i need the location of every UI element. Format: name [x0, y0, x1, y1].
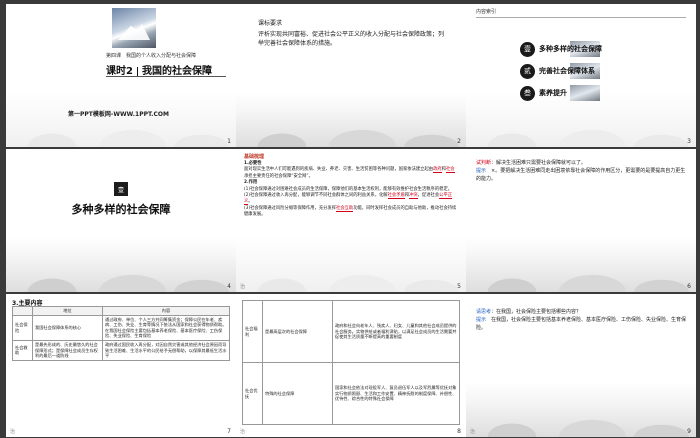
think-question: 请思考：在我国，社会保险主要包括哪些内容？: [476, 309, 582, 315]
site-watermark: 第一PPT模板网-WWW.1PPT.COM: [68, 111, 169, 118]
slide-thumbnail-7[interactable]: 3.主要内容 地位 内容 社会保险 我国社会保障体系的核心 通过政府、单位、个人…: [6, 294, 236, 437]
mountain-backdrop: [6, 237, 236, 292]
toc-heading: 内容索引: [476, 8, 686, 18]
toc-text: 多种多样的社会保障: [539, 45, 602, 53]
mountain-backdrop: [236, 237, 466, 292]
think-body: 请思考：在我国，社会保险主要包括哪些内容？ 提示 在我国，社会保险主要包括基本养…: [476, 308, 688, 332]
table-cell-name: 社会优抚: [242, 362, 263, 425]
table-row: 社会优抚 特殊的社会保障 国家和社会依法对现役军人、复员退伍军人以及军烈属等优抚…: [242, 362, 460, 425]
toc-badge: 壹: [520, 41, 535, 57]
slide-thumbnail-6[interactable]: 试判断：解决生活困难只需要社会保障就可以了。 提示 ×。要把解决生活困难同走出困…: [466, 149, 696, 292]
basics-heading: 基础梳理: [244, 154, 265, 160]
corner-label: 治: [470, 429, 476, 435]
content-table: 地位 内容 社会保险 我国社会保障体系的核心 通过政府、单位、个人三方共同筹集资…: [12, 306, 230, 361]
section-title: 多种多样的社会保障: [71, 203, 171, 216]
toc-thumb-image: [570, 85, 600, 101]
curriculum-heading: 课标要求: [258, 20, 283, 27]
slide-number: 4: [227, 283, 231, 290]
slide-number: 3: [687, 138, 691, 145]
table-cell-name: 社会福利: [242, 300, 263, 363]
toc-badge: 贰: [520, 63, 535, 79]
table-cell-content: 政府通过国民收入再分配，对因自然灾害或其他经济社会原因而导致生活困难、生活水平的…: [102, 339, 230, 361]
basics-body: 1.必要性 面对现实生活中人们可能遇到的疾病、失业、养老、灾害、生活贫困等各种问…: [244, 161, 458, 219]
table-cell-content: 国家和社会依法对现役军人、复员退伍军人以及军烈属等优抚对象实行物质照顾、生活和工…: [332, 362, 460, 425]
toc-text: 完善社会保障体系: [539, 67, 595, 75]
toc-item-3[interactable]: 叁 素养提升: [520, 84, 567, 102]
function-item-3: (3)社会保障通过风险分摊等保障作用，充分发挥社会互助功能，同时发挥社会成员的自…: [244, 205, 457, 218]
snow-mountain-image: [112, 8, 156, 48]
slide-thumbnail-9[interactable]: 请思考：在我国，社会保险主要包括哪些内容？ 提示 在我国，社会保险主要包括基本养…: [466, 294, 696, 437]
content-table-continued: 社会福利 是最高层次的社会保障 政府和社会向老年人、残疾人、妇女、儿童和其他社会…: [242, 300, 460, 425]
toc-item-1[interactable]: 壹 多种多样的社会保障: [520, 40, 602, 58]
mountain-backdrop: [466, 382, 696, 437]
table-cell-status: 是最先形成的、历史最悠久的社会保障形式；是保障社会成员生存权利的最后一道防线: [32, 339, 103, 361]
table-cell-name: 社会保险: [12, 314, 33, 341]
toc-item-2[interactable]: 贰 完善社会保障体系: [520, 62, 595, 80]
table-row: 社会救助 是最先形成的、历史最悠久的社会保障形式；是保障社会成员生存权利的最后一…: [12, 339, 230, 361]
slide-number: 8: [457, 428, 461, 435]
judge-body: 试判断：解决生活困难只需要社会保障就可以了。 提示 ×。要把解决生活困难同走出困…: [476, 159, 688, 183]
mountain-backdrop: [236, 92, 466, 147]
function-item-2: (2)社会保障通过收入再分配，能够调节不同社会群体之间的利益关系，化解社会矛盾和…: [244, 193, 453, 206]
slide-thumbnail-5[interactable]: 基础梳理 1.必要性 面对现实生活中人们可能遇到的疾病、失业、养老、灾害、生活贫…: [236, 149, 466, 292]
judge-tip: 提示 ×。要把解决生活困难同走出困境依靠社会保障的作用区分，更需要的是要提高自力…: [476, 168, 686, 182]
table-row: 社会保险 我国社会保障体系的核心 通过政府、单位、个人三方共同筹集资金；保障公民…: [12, 314, 230, 341]
table-cell-name: 社会救助: [12, 339, 33, 361]
table-row: 社会福利 是最高层次的社会保障 政府和社会向老年人、残疾人、妇女、儿童和其他社会…: [242, 300, 460, 363]
mountain-backdrop: [466, 237, 696, 292]
table-header-cell: 内容: [102, 306, 230, 316]
slide-number: 1: [227, 138, 231, 145]
table-header-cell: [12, 306, 33, 316]
paragraph-necessity: 面对现实生活中人们可能遇到的疾病、失业、养老、灾害、生活贫困等各种问题，国家依法…: [244, 167, 455, 179]
judge-question: 试判断：解决生活困难只需要社会保障就可以了。: [476, 160, 587, 166]
slide-thumbnail-2[interactable]: 课标要求 评析实现共同富裕、促进社会公平正义的收入分配与社会保障政策；列举完善社…: [236, 4, 466, 147]
table-cell-status: 特殊的社会保障: [262, 362, 333, 425]
think-tip: 提示 在我国，社会保险主要包括基本养老保险、基本医疗保险、工伤保险、失业保险、生…: [476, 317, 687, 331]
table-header-row: 地位 内容: [12, 306, 230, 316]
corner-label: 治: [10, 429, 16, 435]
corner-label: 治: [240, 429, 246, 435]
toc-badge: 叁: [520, 85, 535, 101]
unit-subtitle: 第四课 我国的个人收入分配与社会保障: [106, 53, 197, 59]
slide-number: 6: [687, 283, 691, 290]
table-cell-status: 我国社会保障体系的核心: [32, 314, 103, 341]
slide-number: 2: [457, 138, 461, 145]
mountain-backdrop: [6, 92, 236, 147]
corner-label: 治: [240, 284, 246, 290]
table-cell-content: 政府和社会向老年人、残疾人、妇女、儿童和其他社会成员提供的社会服务。实物供给或者…: [332, 300, 460, 363]
slide-thumbnail-3[interactable]: 内容索引 壹 多种多样的社会保障 贰 完善社会保障体系 叁 素养提升 3: [466, 4, 696, 147]
slide-sorter-grid: 第四课 我国的个人收入分配与社会保障 课时2 我国的社会保障 第一PPT模板网-W…: [0, 0, 700, 438]
title-underline: [106, 76, 226, 77]
table-header-cell: 地位: [32, 306, 103, 316]
slide-thumbnail-8[interactable]: 社会福利 是最高层次的社会保障 政府和社会向老年人、残疾人、妇女、儿童和其他社会…: [236, 294, 466, 437]
table-cell-status: 是最高层次的社会保障: [262, 300, 333, 363]
slide-thumbnail-1[interactable]: 第四课 我国的个人收入分配与社会保障 课时2 我国的社会保障 第一PPT模板网-W…: [6, 4, 236, 147]
table-cell-content: 通过政府、单位、个人三方共同筹集资金；保障公民在年老、疾病、工伤、失业、生育等情…: [102, 314, 230, 341]
section-badge: 壹: [114, 182, 128, 196]
toc-text: 素养提升: [539, 89, 567, 97]
slide-number: 9: [687, 428, 691, 435]
slide-number: 7: [227, 428, 231, 435]
curriculum-body: 评析实现共同富裕、促进社会公平正义的收入分配与社会保障政策；列举完善社会保障体系…: [258, 31, 445, 47]
slide-number: 5: [457, 283, 461, 290]
slide-title: 课时2 我国的社会保障: [106, 62, 212, 77]
slide-thumbnail-4[interactable]: 壹 多种多样的社会保障 4: [6, 149, 236, 292]
